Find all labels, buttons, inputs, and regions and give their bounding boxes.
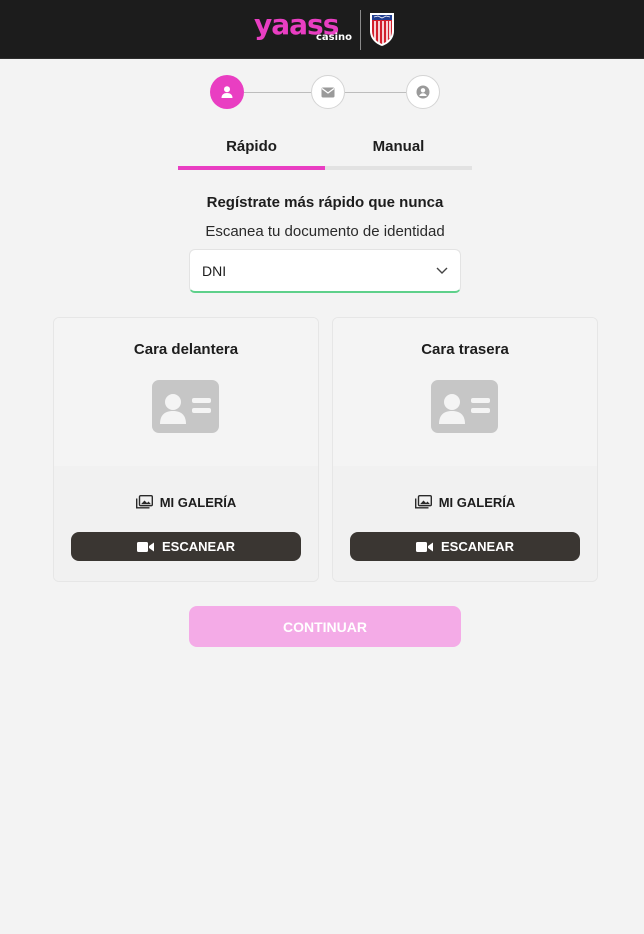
registration-stepper xyxy=(210,75,440,109)
tab-manual[interactable]: Manual xyxy=(325,132,472,170)
scan-label: ESCANEAR xyxy=(162,539,235,554)
card-actions-area xyxy=(333,466,597,581)
card-actions-area xyxy=(54,466,318,581)
card-title: Cara trasera xyxy=(421,341,509,358)
envelope-icon xyxy=(321,87,335,97)
document-type-value: DNI xyxy=(202,263,227,279)
user-icon xyxy=(221,86,233,98)
image-gallery-icon xyxy=(414,495,432,509)
page-title: Regístrate más rápido que nunca xyxy=(206,194,444,211)
step-account xyxy=(406,75,440,109)
video-camera-icon xyxy=(137,541,155,552)
step-personal xyxy=(210,75,244,109)
casino-logo: yaass casino xyxy=(254,8,354,50)
brand-subname: casino xyxy=(315,32,352,43)
top-header: yaass casino xyxy=(0,0,644,59)
scan-button[interactable]: ESCANEAR xyxy=(71,532,301,561)
active-tab-indicator xyxy=(178,166,325,170)
back-side-card: Cara trasera MI GALERÍA ESCANEAR xyxy=(332,317,598,582)
id-card-icon xyxy=(431,380,498,433)
gallery-label: MI GALERÍA xyxy=(159,494,237,510)
stepper-line xyxy=(345,92,406,93)
image-gallery-icon xyxy=(135,495,153,509)
video-camera-icon xyxy=(416,541,434,552)
document-type-select[interactable]: DNI xyxy=(189,249,461,293)
chevron-down-icon xyxy=(436,267,448,274)
inactive-tab-indicator xyxy=(325,166,472,170)
registration-tabs: Rápido Manual xyxy=(178,132,472,170)
tab-rapido[interactable]: Rápido xyxy=(178,132,325,170)
logo-divider xyxy=(360,10,361,50)
continue-button[interactable]: CONTINUAR xyxy=(189,606,461,647)
gallery-button[interactable]: MI GALERÍA xyxy=(54,492,318,512)
card-title: Cara delantera xyxy=(133,341,239,358)
user-circle-icon xyxy=(416,85,430,99)
front-side-card: Cara delantera MI GALERÍA ESCANEAR xyxy=(53,317,319,582)
gallery-label: MI GALERÍA xyxy=(438,494,516,510)
club-crest-icon xyxy=(370,13,394,46)
scan-label: ESCANEAR xyxy=(441,539,514,554)
gallery-button[interactable]: MI GALERÍA xyxy=(333,492,597,512)
page-subtitle: Escanea tu documento de identidad xyxy=(205,223,445,240)
stepper-line xyxy=(244,92,311,93)
step-contact xyxy=(311,75,345,109)
id-card-icon xyxy=(152,380,219,433)
scan-button[interactable]: ESCANEAR xyxy=(350,532,580,561)
brand-logo[interactable]: yaass casino xyxy=(254,8,398,50)
